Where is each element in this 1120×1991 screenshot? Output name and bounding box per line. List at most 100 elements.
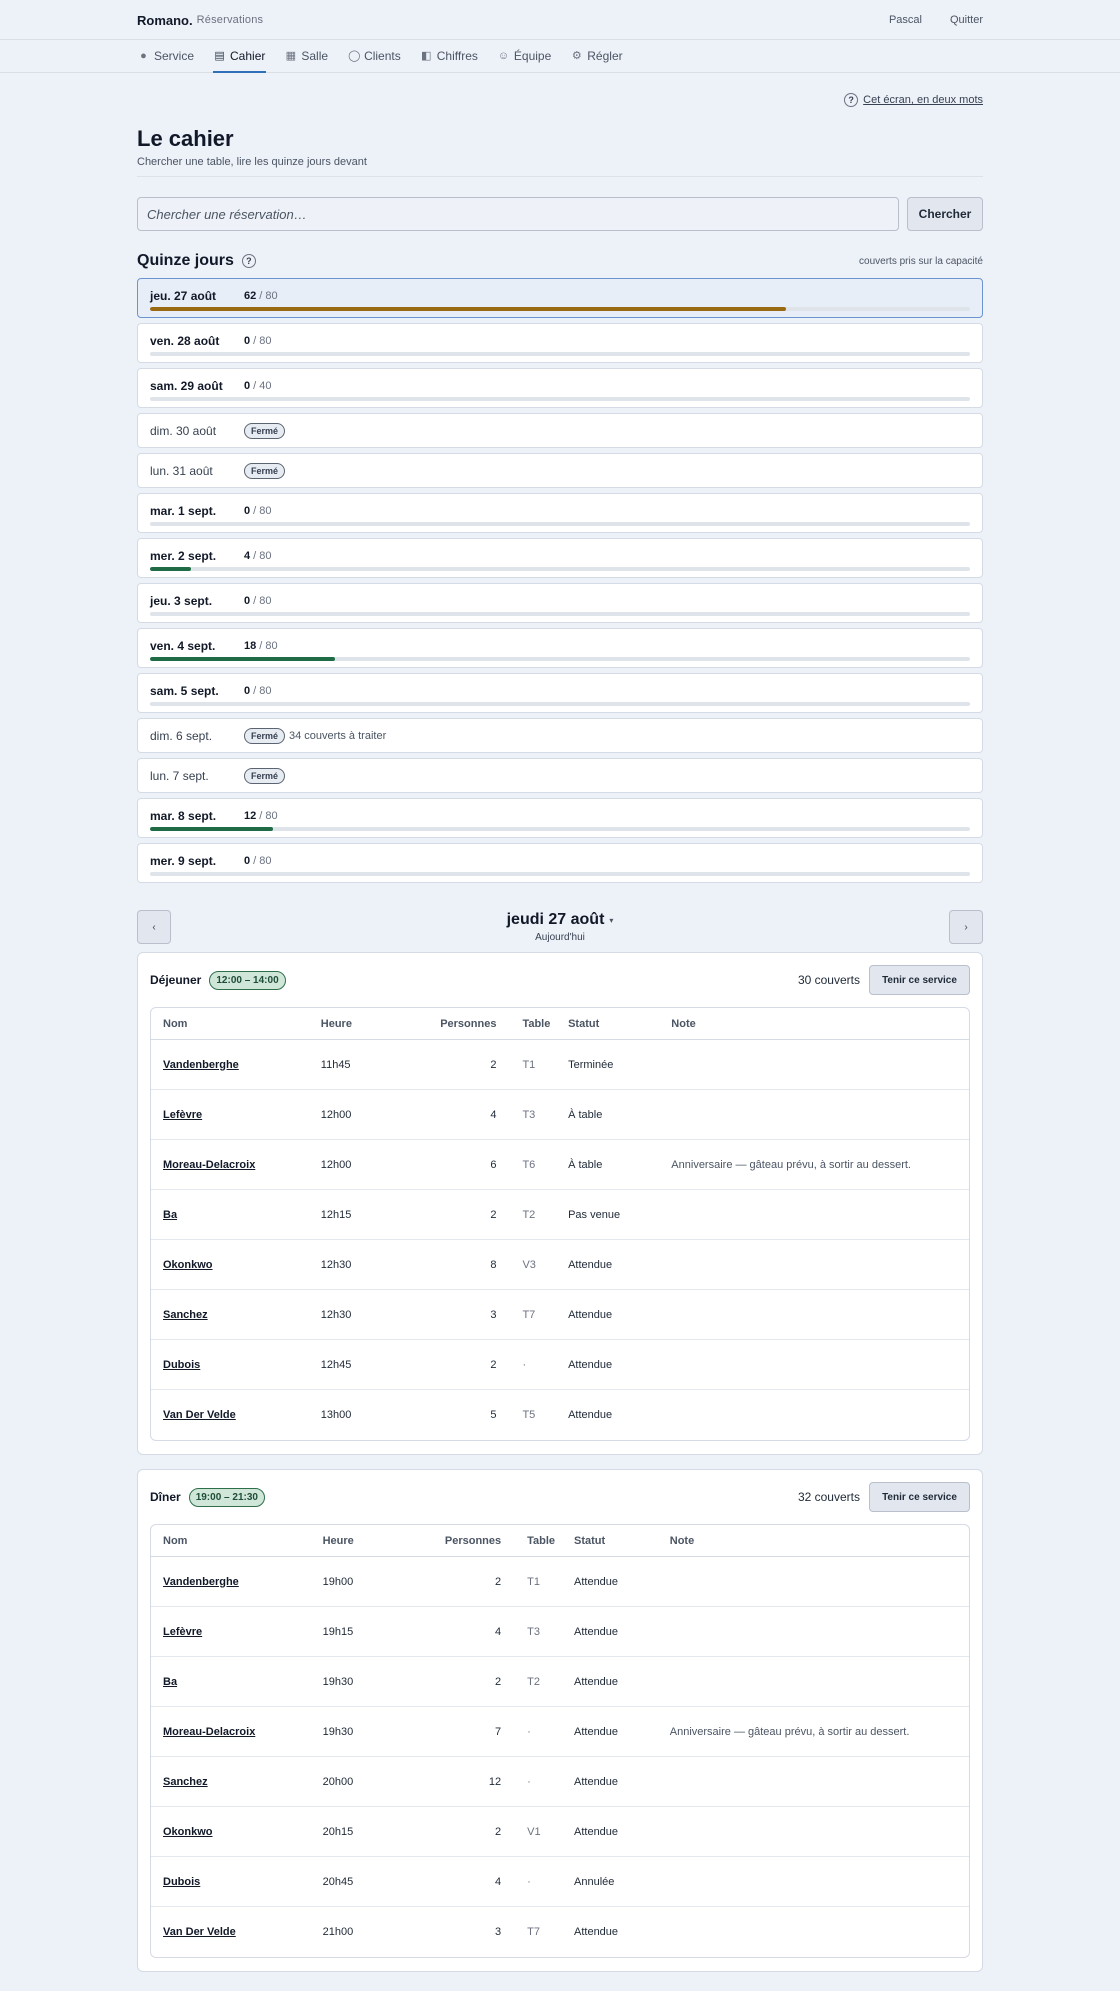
cell-name[interactable]: Lefèvre [163, 1626, 323, 1638]
cell-name[interactable]: Van Der Velde [163, 1926, 323, 1938]
cell-name[interactable]: Vandenberghe [163, 1059, 321, 1071]
cell-name[interactable]: Okonkwo [163, 1826, 323, 1838]
day-row[interactable]: mer. 2 sept. 4/ 80 [137, 538, 983, 578]
capacity-value: 80 [265, 810, 278, 822]
column-header-people: Personnes [440, 1017, 497, 1030]
prev-day-button[interactable]: ‹ [137, 910, 171, 944]
help-link[interactable]: Cet écran, en deux mots [863, 94, 983, 106]
day-row[interactable]: jeu. 3 sept. 0/ 80 [137, 583, 983, 623]
current-date[interactable]: jeudi 27 août [507, 911, 605, 928]
tab-service[interactable]: ● Service [137, 40, 195, 73]
day-line: lun. 7 sept. Fermé [150, 768, 970, 784]
table-row: Dubois 20h45 4 · Annulée [151, 1857, 969, 1907]
search-input[interactable] [137, 197, 899, 231]
service-header: Déjeuner 12:00 – 14:00 30 couverts Tenir ce… [150, 965, 970, 995]
day-line: mer. 2 sept. 4/ 80 [150, 549, 970, 563]
search-button[interactable]: Chercher [907, 197, 983, 231]
fortnight-help-icon[interactable]: ? [241, 254, 256, 268]
cell-time: 19h30 [322, 1675, 354, 1688]
capacity-bar [150, 612, 970, 616]
table-row: Van Der Velde 21h00 3 T7 Attendue [151, 1907, 969, 1957]
cell-name[interactable]: Dubois [163, 1359, 321, 1371]
cell-table: V1 [527, 1825, 541, 1838]
service-name: Dîner [150, 1490, 181, 1504]
column-header-people: Personnes [444, 1534, 502, 1547]
cell-people: 5 [490, 1409, 497, 1421]
main-nav: ● Service ▤ Cahier ▦ Salle ◯ Clients ◧ Chiffres ☺ É… [0, 40, 1120, 73]
capacity-value: 80 [259, 335, 272, 347]
cell-time: 12h30 [320, 1258, 352, 1271]
covers-count: 0 [244, 855, 251, 867]
tab-cahier[interactable]: ▤ Cahier [213, 40, 267, 73]
help-icon[interactable]: ? [844, 93, 859, 107]
current-date-sub: Aujourd'hui [535, 932, 585, 943]
cell-status: Attendue [574, 1725, 619, 1738]
brand-subtitle: Réservations [196, 14, 264, 26]
tab-label: Salle [301, 48, 329, 63]
grid-icon: ▦ [285, 50, 297, 62]
tab-label: Régler [587, 48, 623, 63]
cell-table: T3 [527, 1625, 540, 1638]
day-row[interactable]: lun. 7 sept. Fermé [137, 758, 983, 793]
day-row[interactable]: jeu. 27 août 62/ 80 [137, 278, 983, 318]
tab-clients[interactable]: ◯ Clients [347, 40, 402, 73]
column-header-name: Nom [163, 1534, 188, 1547]
day-row[interactable]: lun. 31 août Fermé [137, 453, 983, 488]
cell-status: Attendue [568, 1409, 613, 1421]
column-header-status: Statut [568, 1017, 600, 1030]
cell-name[interactable]: Ba [163, 1676, 323, 1688]
user-link[interactable]: Pascal [889, 14, 922, 26]
covers-capacity: / 80 [259, 290, 278, 302]
chevron-down-icon[interactable]: ▾ [609, 916, 613, 925]
fortnight-title: Quinze jours [137, 252, 234, 269]
day-line: mar. 8 sept. 12/ 80 [150, 809, 970, 823]
cell-time: 13h00 [320, 1409, 352, 1421]
cell-time: 21h00 [322, 1926, 354, 1938]
hold-service-button[interactable]: Tenir ce service [869, 965, 970, 995]
day-row[interactable]: ven. 4 sept. 18/ 80 [137, 628, 983, 668]
day-row[interactable]: dim. 30 août Fermé [137, 413, 983, 448]
cell-name[interactable]: Lefèvre [163, 1109, 321, 1121]
tab-salle[interactable]: ▦ Salle [284, 40, 329, 73]
tab-equipe[interactable]: ☺ Équipe [497, 40, 552, 73]
cell-people: 4 [495, 1625, 502, 1638]
cell-status: Attendue [574, 1775, 619, 1788]
cell-name[interactable]: Dubois [163, 1876, 323, 1888]
cell-status: Attendue [574, 1926, 619, 1938]
cell-name[interactable]: Vandenberghe [163, 1576, 323, 1588]
tab-chiffres[interactable]: ◧ Chiffres [420, 40, 479, 73]
day-row[interactable]: dim. 6 sept. Fermé 34 couverts à traiter [137, 718, 983, 753]
date-navigator: ‹ jeudi 27 août ▾ Aujourd'hui › [137, 910, 983, 944]
cell-name[interactable]: Sanchez [163, 1309, 321, 1321]
day-row[interactable]: ven. 28 août 0/ 80 [137, 323, 983, 363]
cell-name[interactable]: Moreau-Delacroix [163, 1726, 323, 1738]
cell-status: À table [568, 1158, 603, 1171]
day-row[interactable]: sam. 29 août 0/ 40 [137, 368, 983, 408]
cell-name[interactable]: Ba [163, 1209, 321, 1221]
hold-service-button[interactable]: Tenir ce service [869, 1482, 970, 1512]
service-hours-badge: 12:00 – 14:00 [209, 970, 286, 990]
day-label: mar. 1 sept. [150, 504, 217, 518]
covers-capacity: / 80 [259, 640, 278, 652]
cell-name[interactable]: Okonkwo [163, 1259, 321, 1271]
day-label: jeu. 27 août [150, 289, 217, 303]
day-row[interactable]: sam. 5 sept. 0/ 80 [137, 673, 983, 713]
day-label: jeu. 3 sept. [150, 594, 213, 608]
day-line: mer. 9 sept. 0/ 80 [150, 854, 970, 868]
cell-status: Attendue [568, 1358, 613, 1371]
cell-name[interactable]: Moreau-Delacroix [163, 1159, 321, 1171]
tab-regler[interactable]: ⚙ Régler [570, 40, 623, 73]
next-day-button[interactable]: › [949, 910, 983, 944]
cell-time: 19h30 [322, 1725, 354, 1738]
cell-name[interactable]: Sanchez [163, 1776, 323, 1788]
cell-people: 12 [488, 1775, 502, 1788]
cell-table: T2 [527, 1675, 540, 1688]
column-header-table: Table [527, 1534, 556, 1547]
logout-link[interactable]: Quitter [950, 14, 983, 26]
closed-badge: Fermé [244, 728, 286, 744]
day-row[interactable]: mar. 8 sept. 12/ 80 [137, 798, 983, 838]
closed-badge: Fermé [244, 768, 286, 784]
day-row[interactable]: mer. 9 sept. 0/ 80 [137, 843, 983, 883]
cell-name[interactable]: Van Der Velde [163, 1409, 321, 1421]
day-row[interactable]: mar. 1 sept. 0/ 80 [137, 493, 983, 533]
